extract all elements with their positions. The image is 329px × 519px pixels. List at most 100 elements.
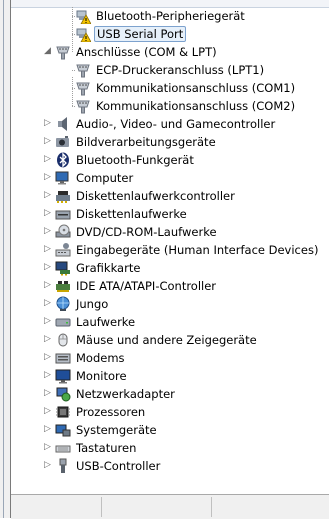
tree-item-label: Monitore (76, 369, 127, 383)
tree-item-label: Kommunikationsanschluss (COM1) (96, 81, 296, 95)
tree-item-label: Eingabegeräte (Human Interface Devices) (76, 243, 319, 257)
collapsed-arrow-icon[interactable]: ▷ (43, 155, 52, 164)
tree-item[interactable]: ▷ Modems (11, 349, 329, 367)
tree-item[interactable]: ▷ Systemgeräte (11, 421, 329, 439)
collapsed-arrow-icon[interactable]: ▷ (43, 407, 52, 416)
tree-item-label: Tastaturen (76, 441, 137, 455)
warning-device-icon (75, 8, 92, 25)
tree-item-label: Bildverarbeitungsgeräte (76, 135, 216, 149)
collapsed-arrow-icon[interactable]: ▷ (43, 353, 52, 362)
dvd-icon (55, 224, 71, 240)
monitor-icon (55, 368, 71, 384)
tree-item-label: Diskettenlaufwerkcontroller (76, 189, 235, 203)
tree-item-label: Mäuse und andere Zeigegeräte (76, 333, 257, 347)
tree-item[interactable]: ▷ Monitore (11, 367, 329, 385)
collapsed-arrow-icon[interactable]: ▷ (43, 443, 52, 452)
tree-item-label: IDE ATA/ATAPI-Controller (76, 279, 217, 293)
usb-icon (55, 458, 71, 474)
floppy-controller-icon (55, 188, 71, 204)
tree-item[interactable]: ▷ Bluetooth-Funkgerät (11, 151, 329, 169)
collapsed-arrow-icon[interactable]: ▷ (43, 119, 52, 128)
ide-controller-icon (55, 278, 71, 294)
status-bar (11, 494, 329, 519)
bluetooth-icon (55, 152, 71, 168)
tree-item-label: Bluetooth-Funkgerät (76, 153, 194, 167)
system-devices-icon (55, 422, 71, 438)
tree-item[interactable]: ▷ Prozessoren (11, 403, 329, 421)
tree-item[interactable]: ▷ Laufwerke (11, 313, 329, 331)
tree-item-label: Netzwerkadapter (76, 387, 175, 401)
warning-device-icon (75, 26, 92, 43)
display-adapter-icon (55, 260, 71, 276)
collapsed-arrow-icon[interactable]: ▷ (43, 299, 52, 308)
tree-item[interactable]: ▷ Diskettenlaufwerke (11, 205, 329, 223)
collapsed-arrow-icon[interactable]: ▷ (43, 209, 52, 218)
tree-item[interactable]: ▷ IDE ATA/ATAPI-Controller (11, 277, 329, 295)
port-icon (55, 44, 71, 60)
processor-icon (55, 404, 71, 420)
tree-item[interactable]: ◢ Anschlüsse (COM & LPT) (11, 43, 329, 61)
collapsed-arrow-icon[interactable]: ▷ (43, 137, 52, 146)
tree-item-label: ECP-Druckeranschluss (LPT1) (96, 63, 265, 77)
tree-item-label: Jungo (76, 297, 109, 311)
tree-item[interactable]: ▷ Computer (11, 169, 329, 187)
network-adapter-icon (55, 386, 71, 402)
collapsed-arrow-icon[interactable]: ▷ (43, 371, 52, 380)
tree-item-label: Bluetooth-Peripheriegerät (96, 9, 245, 23)
tree-item-label: Kommunikationsanschluss (COM2) (96, 99, 296, 113)
collapsed-arrow-icon[interactable]: ▷ (43, 425, 52, 434)
floppy-drive-icon (55, 206, 71, 222)
tree-item[interactable]: ▷ Bildverarbeitungsgeräte (11, 133, 329, 151)
tree-item[interactable]: ▷ Jungo (11, 295, 329, 313)
port-icon (75, 80, 91, 96)
tree-item[interactable]: ▷ Netzwerkadapter (11, 385, 329, 403)
tree-item-label: Diskettenlaufwerke (76, 207, 187, 221)
tree-item-label: Prozessoren (76, 405, 146, 419)
collapsed-arrow-icon[interactable]: ▷ (43, 461, 52, 470)
tree-item[interactable]: ▷ Diskettenlaufwerkcontroller (11, 187, 329, 205)
tree-item-label: Laufwerke (76, 315, 136, 329)
port-icon (75, 62, 91, 78)
hid-icon (55, 242, 71, 258)
collapsed-arrow-icon[interactable]: ▷ (43, 335, 52, 344)
tree-item-label: Systemgeräte (76, 423, 157, 437)
collapsed-arrow-icon[interactable]: ▷ (43, 317, 52, 326)
camera-icon (55, 134, 71, 150)
collapsed-arrow-icon[interactable]: ▷ (43, 227, 52, 236)
status-divider (211, 497, 212, 517)
computer-icon (55, 170, 71, 186)
status-divider (101, 497, 102, 517)
tree-item[interactable]: ▷ Grafikkarte (11, 259, 329, 277)
tree-item[interactable]: ▷ USB-Controller (11, 457, 329, 475)
collapsed-arrow-icon[interactable]: ▷ (43, 389, 52, 398)
tree-item[interactable]: ▷ DVD/CD-ROM-Laufwerke (11, 223, 329, 241)
port-icon (75, 98, 91, 114)
collapsed-arrow-icon[interactable]: ▷ (43, 245, 52, 254)
tree-item[interactable]: USB Serial Port (11, 25, 329, 43)
tree-item-label: Anschlüsse (COM & LPT) (76, 45, 217, 59)
tree-item-label: USB-Controller (76, 459, 161, 473)
tree-item[interactable]: ECP-Druckeranschluss (LPT1) (11, 61, 329, 79)
tree-item-label: DVD/CD-ROM-Laufwerke (76, 225, 217, 239)
tree-item-label: Computer (76, 171, 134, 185)
collapsed-arrow-icon[interactable]: ▷ (43, 173, 52, 182)
network-globe-icon (55, 296, 71, 312)
left-pane-edge (0, 0, 11, 518)
tree-item[interactable]: ▷ Eingabegeräte (Human Interface Devices) (11, 241, 329, 259)
collapsed-arrow-icon[interactable]: ▷ (43, 191, 52, 200)
expanded-arrow-icon[interactable]: ◢ (43, 47, 52, 56)
tree-item[interactable]: Bluetooth-Peripheriegerät (11, 7, 329, 25)
tree-item-label: Grafikkarte (76, 261, 141, 275)
tree-item[interactable]: ▷ Audio-, Video- und Gamecontroller (11, 115, 329, 133)
keyboard-icon (55, 440, 71, 456)
tree-item-label: Audio-, Video- und Gamecontroller (76, 117, 276, 131)
tree-item[interactable]: Kommunikationsanschluss (COM2) (11, 97, 329, 115)
tree-item[interactable]: Kommunikationsanschluss (COM1) (11, 79, 329, 97)
collapsed-arrow-icon[interactable]: ▷ (43, 263, 52, 272)
tree-item-label: USB Serial Port (94, 26, 187, 42)
tree-item[interactable]: ▷ Tastaturen (11, 439, 329, 457)
collapsed-arrow-icon[interactable]: ▷ (43, 281, 52, 290)
disk-drive-icon (55, 314, 71, 330)
tree-item[interactable]: ▷ Mäuse und andere Zeigegeräte (11, 331, 329, 349)
tree-item-label: Modems (76, 351, 125, 365)
